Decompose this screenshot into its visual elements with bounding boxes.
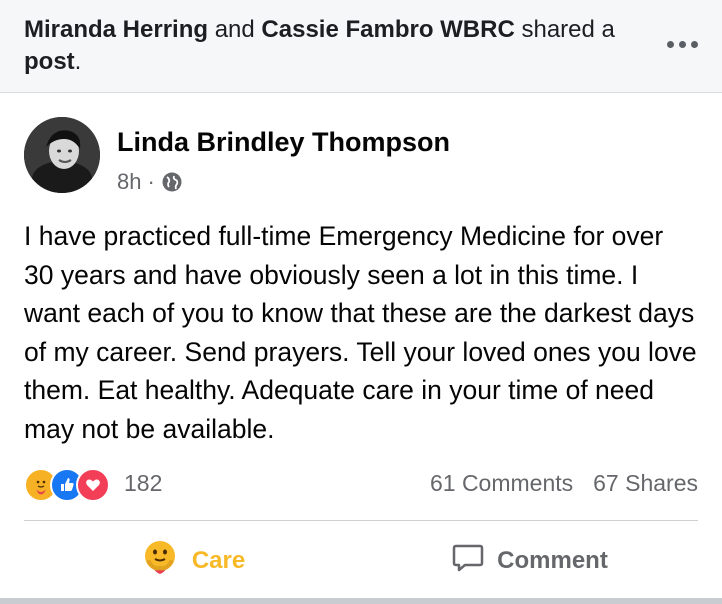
shared-user-2[interactable]: Cassie Fambro WBRC	[261, 16, 514, 43]
reaction-count[interactable]: 182	[124, 470, 162, 497]
care-button[interactable]: Care	[24, 531, 361, 591]
shared-and: and	[214, 16, 255, 43]
comment-button[interactable]: Comment	[361, 531, 698, 591]
post-card: Linda Brindley Thompson 8h · I have prac…	[0, 93, 722, 598]
more-options-button[interactable]	[664, 30, 700, 58]
post-time[interactable]: 8h	[117, 169, 141, 195]
shared-verb: shared	[521, 16, 595, 43]
care-label: Care	[191, 547, 246, 574]
shared-period: .	[74, 48, 82, 75]
reactions-summary: 182 61 Comments 67 Shares	[24, 466, 698, 502]
dot-icon	[690, 40, 698, 48]
comment-icon	[451, 541, 485, 582]
care-icon	[140, 538, 180, 585]
shared-header: Miranda Herring and Cassie Fambro WBRC s…	[0, 0, 722, 93]
shared-user-1[interactable]: Miranda Herring	[24, 16, 208, 43]
reaction-icons[interactable]	[24, 468, 110, 502]
shared-article: a	[601, 16, 615, 43]
dot-icon	[666, 40, 674, 48]
bottom-separator	[0, 598, 722, 604]
post-author-name[interactable]: Linda Brindley Thompson	[117, 127, 450, 158]
globe-icon[interactable]	[161, 171, 183, 193]
meta-separator: ·	[147, 169, 155, 194]
love-reaction-icon	[76, 468, 110, 502]
post-actions: Care Comment	[24, 531, 698, 591]
author-avatar[interactable]	[24, 117, 100, 193]
post-body-text: I have practiced full-time Emergency Med…	[24, 221, 697, 444]
shares-count[interactable]: 67 Shares	[593, 470, 698, 497]
comment-label: Comment	[497, 547, 608, 574]
actions-divider	[24, 520, 698, 521]
shared-text: Miranda Herring and Cassie Fambro WBRC s…	[24, 14, 644, 78]
dot-icon	[678, 40, 686, 48]
shared-post-link[interactable]: post	[24, 48, 75, 75]
engagement-counts: 61 Comments 67 Shares	[430, 470, 698, 497]
post-meta: 8h ·	[117, 169, 183, 195]
comments-count[interactable]: 61 Comments	[430, 470, 573, 497]
